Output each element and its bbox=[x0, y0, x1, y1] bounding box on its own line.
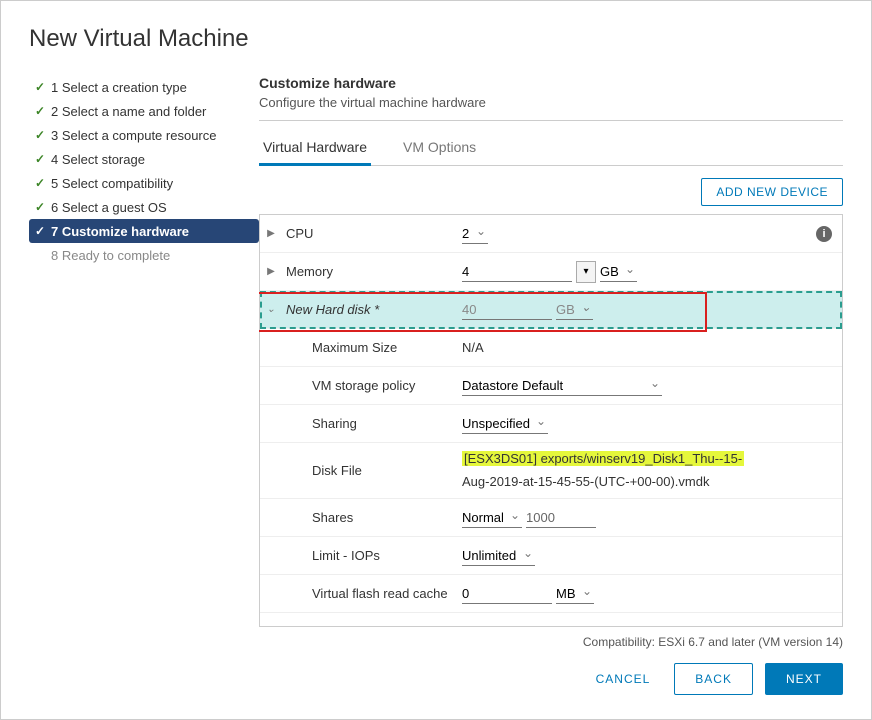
step-label: 1 Select a creation type bbox=[51, 80, 187, 95]
row-shares: Shares Normal bbox=[260, 499, 842, 537]
row-sharing: Sharing Unspecified bbox=[260, 405, 842, 443]
chevron-right-icon[interactable]: ▶ bbox=[260, 228, 282, 239]
divider bbox=[259, 120, 843, 121]
disk-file-value-rest: Aug-2019-at-15-45-55-(UTC-+00-00).vmdk bbox=[462, 474, 709, 489]
section-title: Customize hardware bbox=[259, 75, 843, 91]
step-label: 3 Select a compute resource bbox=[51, 128, 216, 143]
wizard-step-2[interactable]: ✓2 Select a name and folder bbox=[29, 99, 259, 123]
row-memory[interactable]: ▶ Memory ▾ GB bbox=[260, 253, 842, 291]
hard-disk-unit-select[interactable]: GB bbox=[556, 300, 593, 320]
storage-policy-label: VM storage policy bbox=[282, 378, 462, 393]
step-label: 4 Select storage bbox=[51, 152, 145, 167]
step-label: 5 Select compatibility bbox=[51, 176, 173, 191]
compatibility-text: Compatibility: ESXi 6.7 and later (VM ve… bbox=[259, 635, 843, 649]
cpu-label: CPU bbox=[282, 226, 462, 241]
wizard-step-1[interactable]: ✓1 Select a creation type bbox=[29, 75, 259, 99]
next-button[interactable]: NEXT bbox=[765, 663, 843, 695]
memory-stepper[interactable]: ▾ bbox=[576, 261, 596, 283]
sharing-label: Sharing bbox=[282, 416, 462, 431]
row-disk-file: Disk File [ESX3DS01] exports/winserv19_D… bbox=[260, 443, 842, 499]
check-icon: ✓ bbox=[35, 128, 51, 142]
chevron-right-icon[interactable]: ▶ bbox=[260, 266, 282, 277]
check-icon: ✓ bbox=[35, 152, 51, 166]
hard-disk-label: New Hard disk * bbox=[282, 302, 462, 317]
wizard-step-6[interactable]: ✓6 Select a guest OS bbox=[29, 195, 259, 219]
disk-file-label: Disk File bbox=[282, 463, 462, 478]
limit-iops-label: Limit - IOPs bbox=[282, 548, 462, 563]
check-icon: ✓ bbox=[35, 104, 51, 118]
row-storage-policy: VM storage policy Datastore Default bbox=[260, 367, 842, 405]
cpu-select[interactable]: 2 bbox=[462, 224, 488, 244]
add-new-device-button[interactable]: ADD NEW DEVICE bbox=[701, 178, 843, 206]
dialog-title: New Virtual Machine bbox=[29, 25, 843, 53]
check-icon: ✓ bbox=[35, 224, 51, 238]
max-size-value: N/A bbox=[462, 340, 842, 355]
chevron-down-icon[interactable]: ⌄ bbox=[260, 304, 282, 315]
tab-vm-options[interactable]: VM Options bbox=[399, 131, 480, 166]
step-label: 8 Ready to complete bbox=[51, 248, 170, 263]
check-icon: ✓ bbox=[35, 80, 51, 94]
shares-label: Shares bbox=[282, 510, 462, 525]
wizard-step-7[interactable]: ✓7 Customize hardware bbox=[29, 219, 259, 243]
step-label: 6 Select a guest OS bbox=[51, 200, 167, 215]
check-icon: ✓ bbox=[35, 200, 51, 214]
back-button[interactable]: BACK bbox=[674, 663, 753, 695]
memory-label: Memory bbox=[282, 264, 462, 279]
wizard-step-4[interactable]: ✓4 Select storage bbox=[29, 147, 259, 171]
wizard-step-8: ✓8 Ready to complete bbox=[29, 243, 259, 267]
check-icon: ✓ bbox=[35, 176, 51, 190]
limit-iops-select[interactable]: Unlimited bbox=[462, 546, 535, 566]
tabs: Virtual Hardware VM Options bbox=[259, 131, 843, 166]
storage-policy-select[interactable]: Datastore Default bbox=[462, 376, 662, 396]
disk-file-value-highlight: [ESX3DS01] exports/winserv19_Disk1_Thu--… bbox=[462, 451, 744, 466]
hardware-panel[interactable]: ▶ CPU 2 i ▶ Memory ▾ GB bbox=[259, 214, 843, 627]
hard-disk-size-input[interactable] bbox=[462, 300, 552, 320]
step-label: 7 Customize hardware bbox=[51, 224, 189, 239]
shares-select[interactable]: Normal bbox=[462, 508, 522, 528]
row-limit-iops: Limit - IOPs Unlimited bbox=[260, 537, 842, 575]
tab-virtual-hardware[interactable]: Virtual Hardware bbox=[259, 131, 371, 166]
info-icon[interactable]: i bbox=[816, 226, 832, 242]
step-label: 2 Select a name and folder bbox=[51, 104, 206, 119]
vflash-label: Virtual flash read cache bbox=[282, 586, 462, 601]
cancel-button[interactable]: CANCEL bbox=[584, 664, 663, 694]
max-size-label: Maximum Size bbox=[282, 340, 462, 355]
section-subtitle: Configure the virtual machine hardware bbox=[259, 95, 843, 110]
vflash-input[interactable] bbox=[462, 584, 552, 604]
row-max-size: Maximum Size N/A bbox=[260, 329, 842, 367]
memory-input[interactable] bbox=[462, 262, 572, 282]
vflash-unit-select[interactable]: MB bbox=[556, 584, 594, 604]
wizard-steps: ✓1 Select a creation type✓2 Select a nam… bbox=[29, 75, 259, 649]
dialog-footer: CANCEL BACK NEXT bbox=[29, 663, 843, 695]
memory-unit-select[interactable]: GB bbox=[600, 262, 637, 282]
sharing-select[interactable]: Unspecified bbox=[462, 414, 548, 434]
wizard-step-5[interactable]: ✓5 Select compatibility bbox=[29, 171, 259, 195]
row-new-hard-disk[interactable]: ⌄ New Hard disk * GB bbox=[260, 291, 842, 329]
row-cpu[interactable]: ▶ CPU 2 i bbox=[260, 215, 842, 253]
shares-num-input[interactable] bbox=[526, 508, 596, 528]
wizard-step-3[interactable]: ✓3 Select a compute resource bbox=[29, 123, 259, 147]
row-vflash: Virtual flash read cache MB bbox=[260, 575, 842, 613]
